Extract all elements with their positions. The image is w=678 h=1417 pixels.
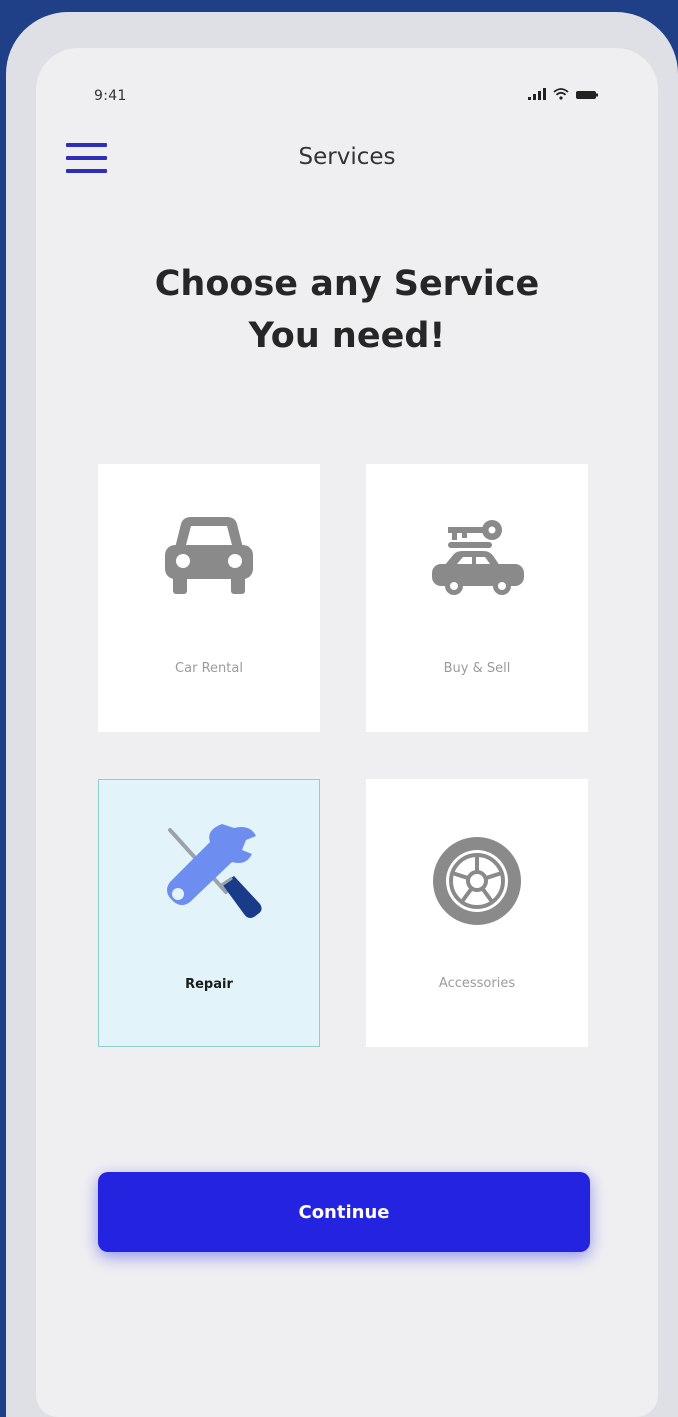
car-icon: [98, 512, 320, 602]
headline-line-1: Choose any Service: [154, 264, 540, 304]
service-label: Buy & Sell: [443, 661, 511, 676]
headline-line-2: You need!: [248, 316, 446, 356]
battery-icon: [576, 91, 598, 99]
status-time: 9:41: [94, 88, 127, 104]
headline: Choose any Service You need!: [76, 258, 618, 362]
status-icons: [528, 88, 598, 100]
service-label: Accessories: [438, 976, 516, 991]
service-label: Car Rental: [175, 661, 243, 676]
service-card-repair[interactable]: Repair: [98, 779, 320, 1047]
service-card-buy-sell[interactable]: Buy & Sell: [366, 464, 588, 732]
service-label: Repair: [185, 977, 233, 992]
wheel-icon: [366, 833, 588, 929]
car-key-icon: [366, 512, 588, 602]
service-card-accessories[interactable]: Accessories: [366, 779, 588, 1047]
wrench-screwdriver-icon: [99, 810, 319, 930]
page-title: Services: [298, 144, 396, 170]
continue-button[interactable]: Continue: [98, 1172, 590, 1252]
signal-icon: [528, 88, 546, 100]
phone-frame: 9:41 Services Choose any Service You nee…: [6, 12, 678, 1417]
service-card-car-rental[interactable]: Car Rental: [98, 464, 320, 732]
wifi-icon: [553, 88, 569, 100]
app-screen: 9:41 Services Choose any Service You nee…: [36, 48, 658, 1417]
